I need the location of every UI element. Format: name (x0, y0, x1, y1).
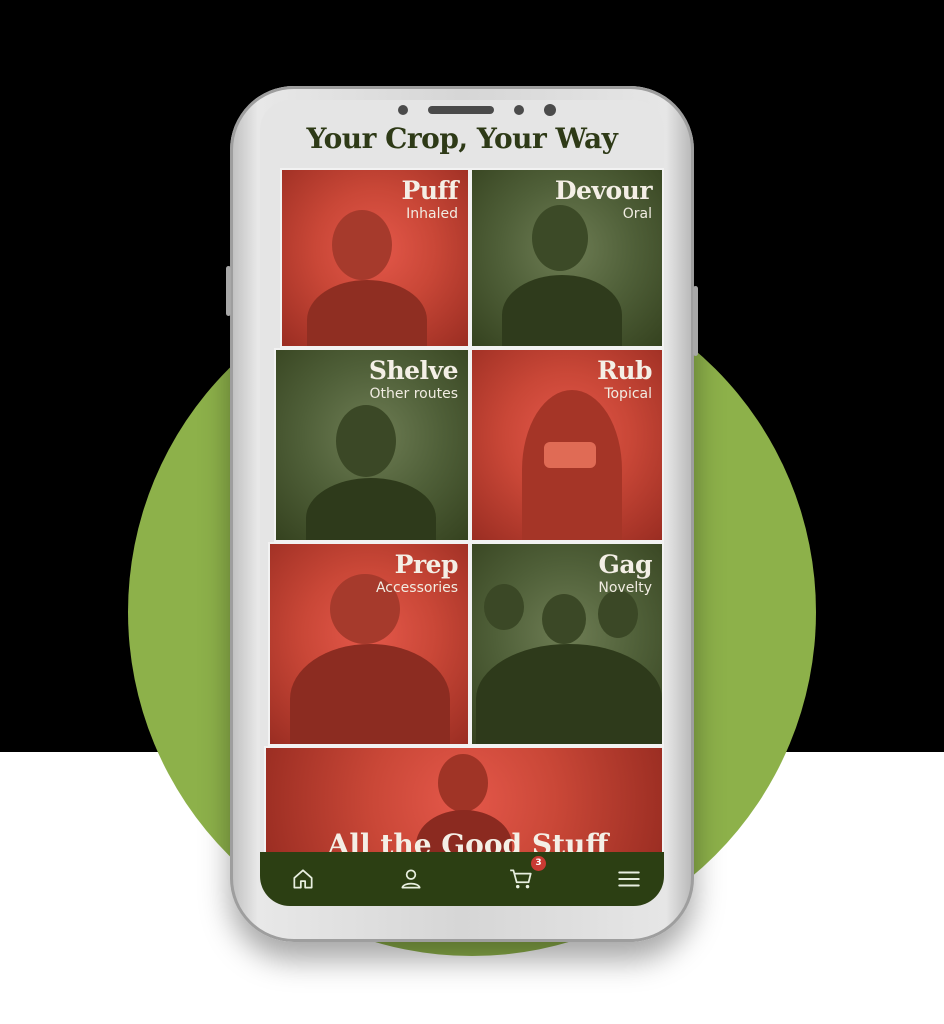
nav-cart[interactable]: 3 (508, 856, 546, 892)
category-tile-shelve[interactable]: Shelve Other routes (274, 348, 470, 542)
user-icon (401, 869, 421, 889)
phone-screen: Your Crop, Your Way Puff Inhaled Devour … (260, 100, 664, 906)
person-image (290, 644, 450, 744)
nav-home[interactable] (290, 866, 316, 892)
cart-count-badge: 3 (531, 856, 546, 871)
tile-subtitle: Accessories (375, 580, 458, 596)
category-tile-gag[interactable]: Gag Novelty (470, 542, 664, 746)
tile-subtitle: Oral (622, 206, 652, 222)
sensor-icon (398, 105, 408, 115)
person-image (502, 275, 622, 346)
page-title: Your Crop, Your Way (306, 122, 618, 155)
tile-subtitle: Topical (604, 386, 652, 402)
cart-icon (510, 869, 532, 889)
category-banner-all[interactable]: All the Good Stuff (264, 746, 664, 866)
person-image (598, 590, 638, 638)
person-image (532, 205, 588, 271)
phone-volume-button (226, 266, 231, 316)
tile-title: Prep (394, 550, 459, 579)
tile-title: Puff (401, 176, 459, 205)
category-tile-devour[interactable]: Devour Oral (470, 168, 664, 348)
nav-account[interactable] (398, 866, 424, 892)
person-image (336, 405, 396, 477)
person-image (542, 594, 586, 644)
tile-subtitle: Novelty (598, 580, 652, 596)
tile-title: Devour (554, 176, 653, 205)
tile-title: Gag (598, 550, 652, 579)
group-image (476, 644, 662, 744)
person-image (484, 584, 524, 630)
nav-menu[interactable] (616, 866, 642, 892)
jar-image (544, 442, 596, 468)
person-image (438, 754, 488, 812)
tile-title: Rub (597, 356, 652, 385)
category-tile-puff[interactable]: Puff Inhaled (280, 168, 470, 348)
phone-mockup: Your Crop, Your Way Puff Inhaled Devour … (226, 86, 698, 942)
phone-power-button (693, 286, 698, 356)
front-camera-icon (544, 104, 556, 116)
person-image (306, 478, 436, 540)
home-icon (293, 869, 313, 889)
sensor-icon (514, 105, 524, 115)
tile-subtitle: Inhaled (406, 206, 458, 222)
speaker-grille (428, 106, 494, 114)
category-tile-prep[interactable]: Prep Accessories (268, 542, 470, 746)
person-image (332, 210, 392, 280)
tile-title: Shelve (368, 356, 459, 385)
bottom-nav-bar: 3 (260, 852, 664, 906)
person-image (307, 280, 427, 346)
category-tile-rub[interactable]: Rub Topical (470, 348, 664, 542)
tile-subtitle: Other routes (369, 386, 458, 402)
menu-icon (618, 871, 640, 887)
